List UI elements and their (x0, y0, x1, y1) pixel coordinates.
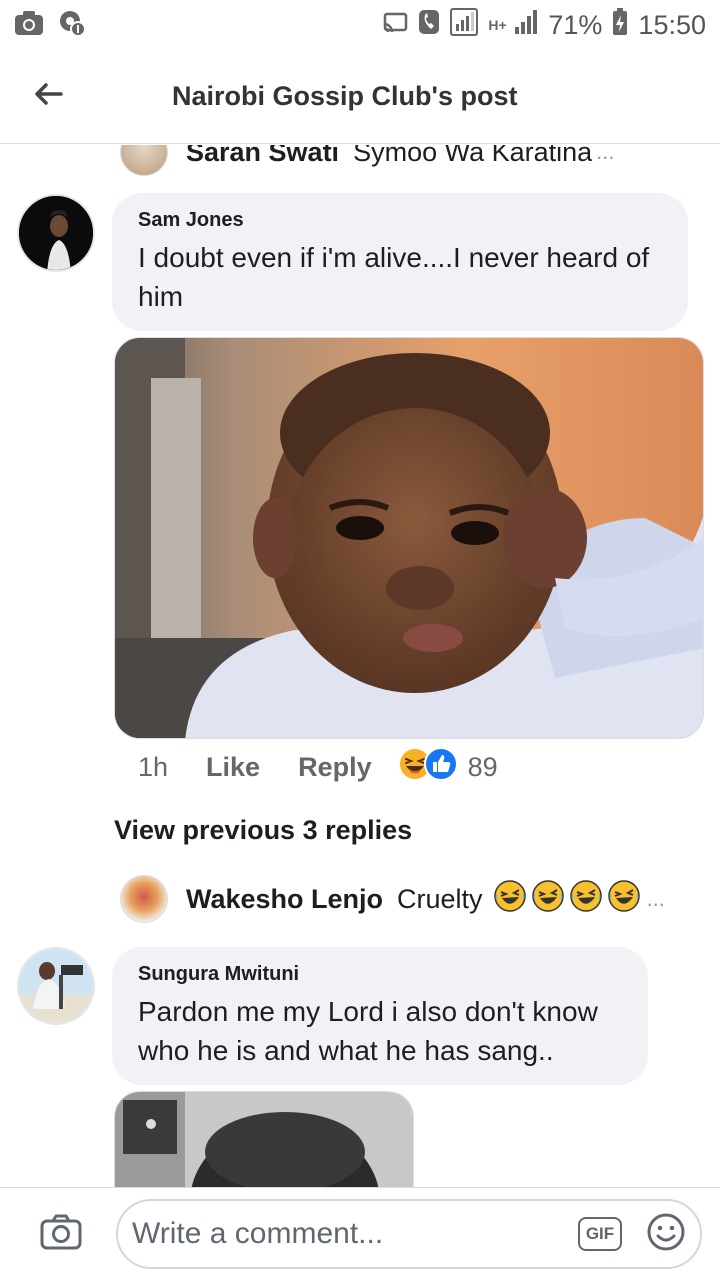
back-button[interactable] (0, 50, 96, 144)
smiley-icon (646, 1212, 686, 1257)
comment-author-name[interactable]: Sungura Mwituni (138, 963, 622, 986)
signal-1-icon (450, 7, 479, 43)
settings-notification-icon (58, 9, 86, 42)
signal-2-icon (514, 9, 538, 42)
reply-button[interactable]: Reply (298, 752, 372, 783)
post-header: Nairobi Gossip Club's post (0, 50, 720, 144)
gif-button[interactable]: GIF (578, 1217, 622, 1251)
reply-preview-top[interactable]: Saran Swati Symoo Wa Karatina ... (120, 145, 615, 176)
like-button[interactable]: Like (206, 752, 260, 783)
camera-icon (40, 1214, 82, 1255)
avatar[interactable] (120, 145, 168, 176)
reply-ellipsis: ... (596, 145, 615, 164)
comment-text: Pardon me my Lord i also don't know who … (138, 996, 598, 1066)
comment-bubble[interactable]: Sungura Mwituni Pardon me my Lord i also… (112, 947, 648, 1085)
comments-feed[interactable]: Saran Swati Symoo Wa Karatina ... Sam Jo… (0, 145, 720, 1187)
comment-photo[interactable] (114, 1091, 414, 1187)
back-arrow-icon (33, 82, 63, 111)
comment-time: 1h (138, 752, 169, 782)
reactions-summary[interactable]: 89 (397, 747, 498, 788)
page-title: Nairobi Gossip Club's post (172, 81, 518, 111)
emoji-button[interactable] (646, 1212, 686, 1257)
comment-input-box[interactable]: GIF (116, 1199, 702, 1269)
avatar[interactable] (17, 194, 95, 272)
camera-button[interactable] (22, 1214, 100, 1255)
laughing-crying-emoji-icon (493, 879, 643, 920)
camera-notification-icon (14, 10, 44, 41)
view-previous-replies[interactable]: View previous 3 replies (114, 815, 412, 846)
network-type: H+ (488, 17, 507, 33)
status-bar: H+ 71% 15:50 (0, 0, 720, 50)
avatar[interactable] (120, 875, 168, 923)
reply-text: Symoo Wa Karatina (353, 145, 593, 167)
comment-actions: 1h Like Reply 89 (138, 747, 498, 788)
reply-ellipsis: ... (646, 886, 665, 911)
battery-charging-icon (612, 7, 628, 43)
comment-input[interactable] (132, 1217, 578, 1251)
comment-author-name[interactable]: Sam Jones (138, 209, 662, 232)
reply-text: Cruelty (397, 879, 643, 920)
reply-preview[interactable]: Wakesho Lenjo Cruelty ... (120, 875, 665, 923)
avatar[interactable] (17, 947, 95, 1025)
reply-author-name[interactable]: Wakesho Lenjo (186, 884, 383, 915)
call-icon (418, 9, 440, 42)
clock: 15:50 (638, 9, 706, 40)
like-reaction-icon (423, 747, 458, 788)
cast-icon (382, 10, 408, 41)
comment-photo[interactable] (114, 337, 704, 739)
comment-bubble[interactable]: Sam Jones I doubt even if i'm alive....I… (112, 193, 688, 331)
comment-composer: GIF (0, 1187, 720, 1280)
comment-text: I doubt even if i'm alive....I never hea… (138, 242, 650, 312)
reply-author-name[interactable]: Saran Swati (186, 145, 339, 168)
reaction-count: 89 (467, 752, 498, 782)
reply-text-content: Cruelty (397, 883, 483, 914)
battery-percent: 71% (548, 9, 603, 40)
